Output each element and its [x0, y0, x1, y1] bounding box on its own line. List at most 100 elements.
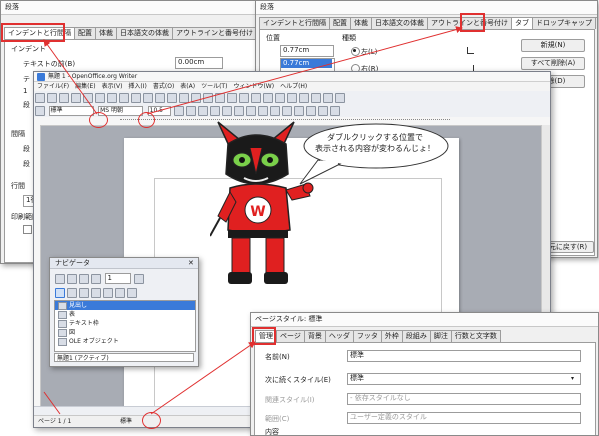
anchor-text-icon[interactable] [103, 288, 113, 298]
highlight-icon[interactable] [318, 106, 329, 116]
save-icon[interactable] [59, 93, 69, 103]
tab-asian-typography[interactable]: 日本語文の体裁 [116, 27, 173, 39]
tab-drop-caps[interactable]: ドロップキャップ [532, 17, 596, 29]
before-text-field[interactable]: 0.00cm [175, 57, 223, 69]
set-reminder-icon[interactable] [67, 288, 77, 298]
underline-icon[interactable] [198, 106, 209, 116]
decrease-indent-icon[interactable] [282, 106, 293, 116]
next-icon[interactable] [79, 274, 89, 284]
tab-background[interactable]: 背景 [303, 330, 326, 342]
close-icon[interactable]: ✕ [188, 260, 194, 267]
tab-position-list-item[interactable]: 0.77cm [281, 59, 332, 68]
justify-icon[interactable] [246, 106, 257, 116]
tree-item-graphics[interactable]: 図 [55, 328, 195, 337]
edit-mode-icon[interactable] [83, 93, 93, 103]
tab-outline-numbering[interactable]: アウトラインと番号付け [172, 27, 257, 39]
increase-indent-icon[interactable] [294, 106, 305, 116]
bold-icon[interactable] [174, 106, 185, 116]
menu-table[interactable]: 表(A) [177, 82, 198, 91]
tab-columns[interactable]: 段組み [401, 330, 431, 342]
align-right-icon[interactable] [234, 106, 245, 116]
tree-item-frames[interactable]: テキスト枠 [55, 319, 195, 328]
anchor-icon[interactable] [91, 274, 101, 284]
format-paintbrush-icon[interactable] [191, 93, 201, 103]
datasource-icon[interactable] [299, 93, 309, 103]
font-color-icon[interactable] [306, 106, 317, 116]
tab-header[interactable]: ヘッダ [324, 330, 354, 342]
tab-tabs[interactable]: タブ [511, 17, 533, 29]
print-icon[interactable] [107, 93, 117, 103]
align-left-icon[interactable] [210, 106, 221, 116]
menu-tools[interactable]: ツール(T) [198, 82, 230, 91]
new-button[interactable]: 新規(N) [521, 39, 585, 52]
vertical-ruler[interactable] [34, 125, 41, 417]
tab-footnote[interactable]: 脚注 [429, 330, 452, 342]
nonprinting-chars-icon[interactable] [311, 93, 321, 103]
align-center-icon[interactable] [222, 106, 233, 116]
tab-position-field[interactable]: 0.77cm [280, 45, 334, 57]
chevron-down-icon[interactable]: ▾ [571, 376, 574, 382]
tab-page[interactable]: ページ [276, 330, 305, 342]
page-spin-field[interactable]: 1 [104, 273, 131, 284]
tree-item-headings[interactable]: 見出し [55, 301, 195, 310]
new-document-icon[interactable] [35, 93, 45, 103]
tab-borders[interactable]: 枠線 [595, 17, 597, 29]
tab-asian-typography[interactable]: 日本語文の体裁 [371, 17, 428, 29]
tree-item-tables[interactable]: 表 [55, 310, 195, 319]
auto-spellcheck-icon[interactable] [143, 93, 153, 103]
background-color-icon[interactable] [330, 106, 341, 116]
zoom-icon[interactable] [323, 93, 333, 103]
menu-format[interactable]: 書式(O) [150, 82, 177, 91]
styles-formatting-icon[interactable] [35, 106, 45, 116]
tab-alignment[interactable]: 配置 [329, 17, 351, 29]
register-true-checkbox[interactable] [23, 225, 32, 234]
tab-alignment[interactable]: 配置 [74, 27, 96, 39]
paragraph-style-select[interactable]: 標準 [48, 106, 94, 116]
undo-icon[interactable] [203, 93, 213, 103]
header-icon[interactable] [79, 288, 89, 298]
spellcheck-icon[interactable] [131, 93, 141, 103]
gallery-icon[interactable] [287, 93, 297, 103]
heading-levels-icon[interactable] [115, 288, 125, 298]
name-field[interactable]: 標準 [347, 350, 581, 362]
tab-borders[interactable]: 外枠 [380, 330, 403, 342]
navigation-icon[interactable] [55, 274, 65, 284]
show-draw-icon[interactable] [251, 93, 261, 103]
redo-icon[interactable] [215, 93, 225, 103]
promote-icon[interactable] [127, 288, 137, 298]
delete-all-button[interactable]: すべて削除(A) [521, 57, 585, 70]
menu-edit[interactable]: 編集(E) [72, 82, 98, 91]
find-replace-icon[interactable] [263, 93, 273, 103]
tab-text-flow[interactable]: 体裁 [350, 17, 372, 29]
open-icon[interactable] [47, 93, 57, 103]
menu-window[interactable]: ウィンドウ(W) [230, 82, 277, 91]
document-select[interactable]: 無題1 (アクティブ) [54, 353, 194, 362]
italic-icon[interactable] [186, 106, 197, 116]
menu-help[interactable]: ヘルプ(H) [277, 82, 310, 91]
table-icon[interactable] [239, 93, 249, 103]
menu-insert[interactable]: 挿入(I) [125, 82, 149, 91]
bullets-icon[interactable] [270, 106, 281, 116]
numbering-icon[interactable] [258, 106, 269, 116]
hyperlink-icon[interactable] [227, 93, 237, 103]
help-icon[interactable] [335, 93, 345, 103]
menu-file[interactable]: ファイル(F) [34, 82, 72, 91]
tab-footer[interactable]: フッタ [352, 330, 382, 342]
drag-mode-icon[interactable] [134, 274, 145, 284]
print-preview-icon[interactable] [119, 93, 129, 103]
cut-icon[interactable] [155, 93, 165, 103]
tree-item-ole[interactable]: OLE オブジェクト [55, 337, 195, 346]
mail-icon[interactable] [71, 93, 81, 103]
navigator-icon[interactable] [275, 93, 285, 103]
tab-indent-spacing[interactable]: インデントと行間隔 [259, 17, 330, 29]
footer-icon[interactable] [91, 288, 101, 298]
content-view-icon[interactable] [55, 288, 65, 298]
previous-icon[interactable] [67, 274, 77, 284]
pdf-export-icon[interactable] [95, 93, 105, 103]
paste-icon[interactable] [179, 93, 189, 103]
tab-text-grid[interactable]: 行数と文字数 [450, 330, 501, 342]
tab-text-flow[interactable]: 体裁 [95, 27, 117, 39]
next-style-select[interactable]: 標準 [347, 373, 581, 385]
menu-view[interactable]: 表示(V) [99, 82, 126, 91]
navigator-tree[interactable]: 見出し 表 テキスト枠 図 OLE オブジェクト [54, 300, 196, 352]
